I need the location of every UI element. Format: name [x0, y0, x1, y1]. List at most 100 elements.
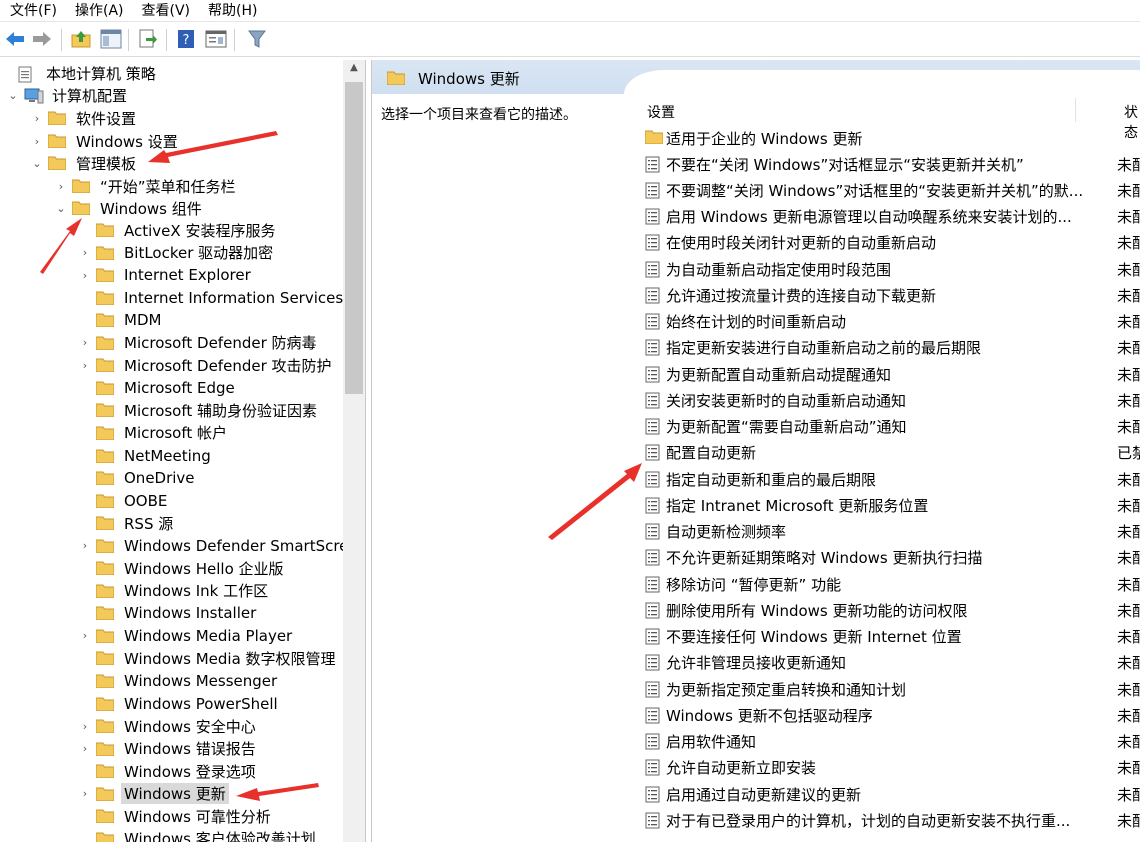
setting-row[interactable]: 不要调整“关闭 Windows”对话框里的“安装更新并关机”的默... 未配置: [637, 177, 1140, 203]
up-folder-icon[interactable]: [69, 27, 93, 51]
chevron-right-icon[interactable]: ›: [78, 246, 92, 259]
chevron-right-icon[interactable]: ›: [78, 359, 92, 372]
toolbar: ?: [0, 21, 1140, 57]
column-setting[interactable]: 设置: [647, 102, 675, 122]
chevron-right-icon[interactable]: ›: [54, 180, 68, 193]
tree-item[interactable]: Internet Information Services: [78, 287, 346, 309]
scroll-up-icon[interactable]: ▲: [343, 62, 365, 78]
tree-item[interactable]: MDM: [78, 309, 164, 331]
chevron-right-icon[interactable]: ›: [78, 336, 92, 349]
help-icon[interactable]: ?: [174, 27, 198, 51]
setting-row[interactable]: 为自动重新启动指定使用时段范围 未配置: [637, 256, 1140, 282]
tree-software-settings[interactable]: › 软件设置: [30, 107, 139, 129]
export-list-icon[interactable]: [136, 27, 160, 51]
setting-row[interactable]: 不允许更新延期策略对 Windows 更新执行扫描 未配置: [637, 545, 1140, 571]
tree-item[interactable]: › Internet Explorer: [78, 264, 254, 286]
back-icon[interactable]: [3, 27, 27, 51]
tree-item[interactable]: Windows 可靠性分析: [78, 805, 274, 827]
setting-icon: [645, 156, 661, 173]
menu-file[interactable]: 文件(F): [0, 0, 65, 20]
tree-item[interactable]: Windows 登录选项: [78, 760, 259, 782]
tree-item[interactable]: OneDrive: [78, 467, 198, 489]
tree-pane[interactable]: 本地计算机 策略 ⌄ 计算机配置 › 软件设置 › Windows 设置 ⌄ 管理模板 › “开始”…: [0, 60, 366, 842]
tree-admin-templates[interactable]: ⌄ 管理模板: [30, 152, 139, 174]
setting-row[interactable]: 关闭安装更新时的自动重新启动通知 未配置: [637, 387, 1140, 413]
menu-view[interactable]: 查看(V): [132, 0, 199, 20]
tree-windows-settings[interactable]: › Windows 设置: [30, 130, 181, 152]
tree-item-label: Windows Hello 企业版: [124, 559, 284, 578]
folder-icon: [95, 787, 115, 802]
filter-icon[interactable]: [245, 27, 269, 51]
tree-item[interactable]: Windows Media 数字权限管理: [78, 647, 339, 669]
setting-row[interactable]: 不要在“关闭 Windows”对话框显示“安装更新并关机” 未配置: [637, 151, 1140, 177]
tree-item[interactable]: ActiveX 安装程序服务: [78, 219, 278, 241]
tree-item[interactable]: RSS 源: [78, 512, 176, 534]
chevron-right-icon[interactable]: ›: [30, 135, 44, 148]
setting-row[interactable]: 在使用时段关闭针对更新的自动重新启动 未配置: [637, 230, 1140, 256]
setting-row[interactable]: 为更新配置自动重新启动提醒通知 未配置: [637, 361, 1140, 387]
setting-row[interactable]: 允许通过按流量计费的连接自动下载更新 未配置: [637, 282, 1140, 308]
chevron-right-icon[interactable]: ›: [78, 269, 92, 282]
tree-item[interactable]: › Windows Media Player: [78, 625, 295, 647]
tree-item[interactable]: Windows PowerShell: [78, 693, 281, 715]
tree-item[interactable]: Microsoft 辅助身份验证因素: [78, 399, 320, 421]
show-hide-tree-icon[interactable]: [99, 27, 123, 51]
properties-icon[interactable]: [204, 27, 228, 51]
setting-row[interactable]: Windows 更新不包括驱动程序 未配置: [637, 702, 1140, 728]
setting-row[interactable]: 允许自动更新立即安装 未配置: [637, 755, 1140, 781]
setting-row[interactable]: 为更新指定预定重启转换和通知计划 未配置: [637, 676, 1140, 702]
tree-computer-config[interactable]: ⌄ 计算机配置: [6, 84, 130, 106]
chevron-down-icon[interactable]: ⌄: [54, 202, 68, 215]
chevron-right-icon[interactable]: ›: [78, 787, 92, 800]
chevron-down-icon[interactable]: ⌄: [6, 89, 20, 102]
tree-item[interactable]: NetMeeting: [78, 445, 214, 467]
tree-item[interactable]: › Windows 错误报告: [78, 738, 259, 760]
tree-item[interactable]: Microsoft 帐户: [78, 422, 230, 444]
setting-row[interactable]: 允许非管理员接收更新通知 未配置: [637, 650, 1140, 676]
menu-action[interactable]: 操作(A): [65, 0, 132, 20]
chevron-right-icon[interactable]: ›: [30, 112, 44, 125]
tree-item[interactable]: Windows Ink 工作区: [78, 580, 271, 602]
tree-item[interactable]: › Microsoft Defender 攻击防护: [78, 354, 335, 376]
tree-item[interactable]: › Windows Defender SmartScreen: [78, 535, 365, 557]
forward-icon[interactable]: [30, 27, 54, 51]
setting-row[interactable]: 自动更新检测频率 未配置: [637, 519, 1140, 545]
setting-row[interactable]: 指定 Intranet Microsoft 更新服务位置 未配置: [637, 492, 1140, 518]
setting-row[interactable]: 启用通过自动更新建议的更新 未配置: [637, 781, 1140, 807]
folder-icon: [95, 494, 115, 509]
tree-scrollbar[interactable]: ▲: [343, 60, 365, 842]
setting-row[interactable]: 启用软件通知 未配置: [637, 729, 1140, 755]
tree-item[interactable]: OOBE: [78, 490, 170, 512]
tree-item[interactable]: Windows 客户体验改善计划: [78, 828, 319, 842]
tree-item[interactable]: Windows Hello 企业版: [78, 557, 287, 579]
setting-row[interactable]: 移除访问 “暂停更新” 功能 未配置: [637, 571, 1140, 597]
tree-item-label: Microsoft Defender 防病毒: [124, 334, 317, 353]
setting-row[interactable]: 配置自动更新 已禁用: [637, 440, 1140, 466]
setting-row[interactable]: 指定自动更新和重启的最后期限 未配置: [637, 466, 1140, 492]
setting-row[interactable]: 对于有已登录用户的计算机，计划的自动更新安装不执行重... 未配置: [637, 807, 1140, 833]
setting-row[interactable]: 适用于企业的 Windows 更新: [637, 125, 1140, 151]
tree-start-menu[interactable]: › “开始”菜单和任务栏: [54, 175, 239, 197]
tree-root[interactable]: 本地计算机 策略: [0, 62, 159, 84]
setting-row[interactable]: 为更新配置“需要自动重新启动”通知 未配置: [637, 414, 1140, 440]
chevron-down-icon[interactable]: ⌄: [30, 157, 44, 170]
tree-item[interactable]: › Windows 更新: [78, 783, 229, 805]
chevron-right-icon[interactable]: ›: [78, 742, 92, 755]
chevron-right-icon[interactable]: ›: [78, 629, 92, 642]
chevron-right-icon[interactable]: ›: [78, 720, 92, 733]
tree-item[interactable]: Microsoft Edge: [78, 377, 238, 399]
tree-windows-components[interactable]: ⌄ Windows 组件: [54, 197, 205, 219]
chevron-right-icon[interactable]: ›: [78, 539, 92, 552]
setting-row[interactable]: 始终在计划的时间重新启动 未配置: [637, 309, 1140, 335]
tree-item[interactable]: › BitLocker 驱动器加密: [78, 242, 276, 264]
setting-row[interactable]: 不要连接任何 Windows 更新 Internet 位置 未配置: [637, 624, 1140, 650]
tree-item[interactable]: Windows Messenger: [78, 670, 280, 692]
setting-row[interactable]: 启用 Windows 更新电源管理以自动唤醒系统来安装计划的... 未配置: [637, 204, 1140, 230]
tree-item[interactable]: Windows Installer: [78, 602, 259, 624]
menu-help[interactable]: 帮助(H): [198, 0, 265, 20]
tree-item[interactable]: › Windows 安全中心: [78, 715, 259, 737]
tree-item[interactable]: › Microsoft Defender 防病毒: [78, 332, 320, 354]
setting-row[interactable]: 指定更新安装进行自动重新启动之前的最后期限 未配置: [637, 335, 1140, 361]
scrollbar-thumb[interactable]: [345, 82, 363, 394]
setting-row[interactable]: 删除使用所有 Windows 更新功能的访问权限 未配置: [637, 597, 1140, 623]
